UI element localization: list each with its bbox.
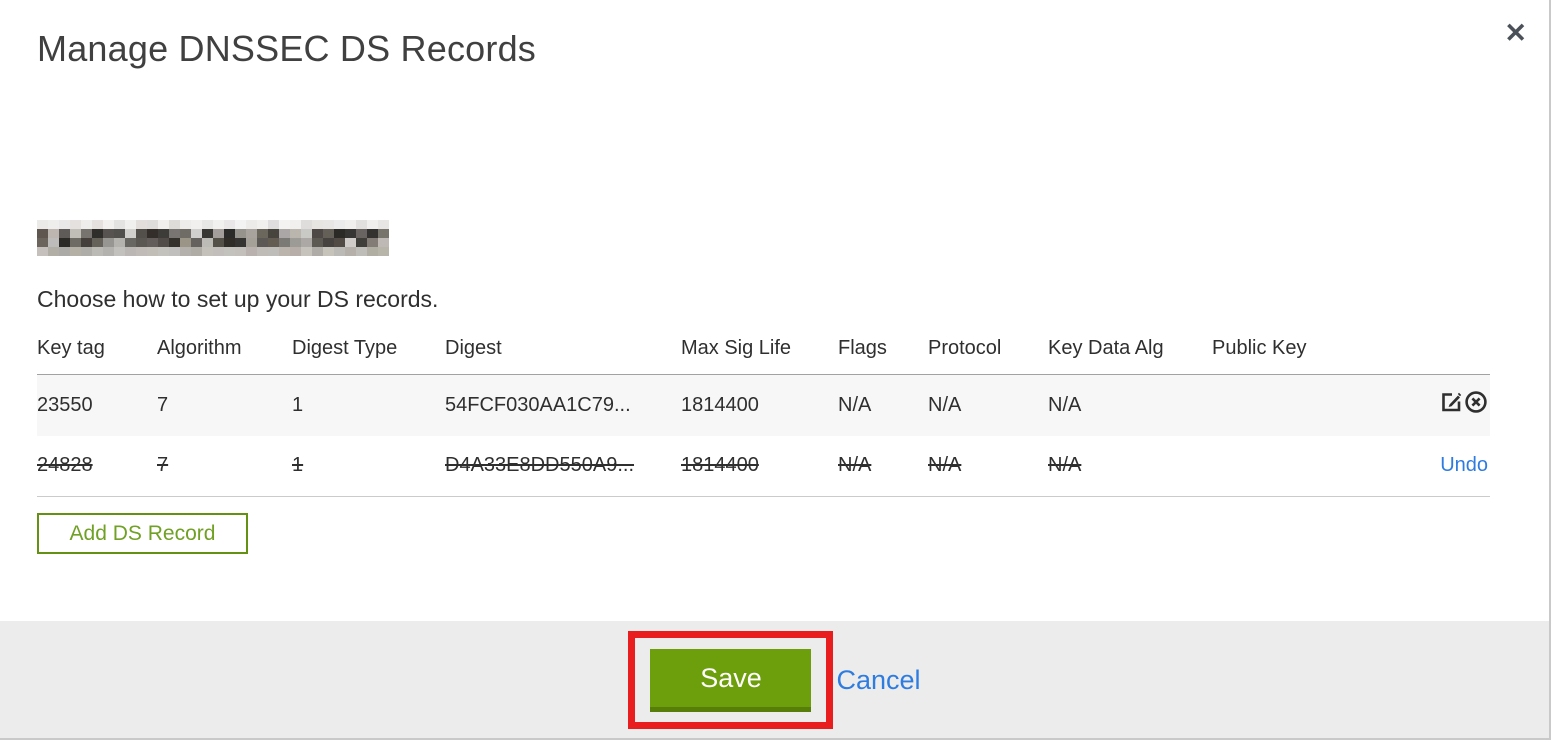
add-ds-record-button[interactable]: Add DS Record bbox=[37, 513, 248, 554]
cell-key-tag: 24828 bbox=[37, 454, 93, 477]
save-button[interactable]: Save bbox=[650, 649, 812, 712]
annotation-highlight-rect: Save bbox=[628, 631, 834, 729]
cell-max-sig-life: 1814400 bbox=[681, 454, 759, 477]
cell-max-sig-life: 1814400 bbox=[681, 393, 759, 416]
page-title: Manage DNSSEC DS Records bbox=[37, 28, 536, 69]
cell-digest: D4A33E8DD550A9... bbox=[445, 454, 635, 477]
cell-flags: N/A bbox=[838, 454, 872, 477]
cell-key-data-alg: N/A bbox=[1048, 393, 1082, 416]
cell-key-tag: 23550 bbox=[37, 393, 93, 416]
cell-digest-type: 1 bbox=[292, 454, 304, 477]
close-icon[interactable]: ✕ bbox=[1504, 20, 1527, 47]
col-key-data-alg: Key Data Alg bbox=[1048, 328, 1212, 375]
modal-footer: Save Cancel bbox=[0, 621, 1549, 738]
col-digest: Digest bbox=[445, 328, 681, 375]
edit-icon[interactable] bbox=[1439, 390, 1463, 414]
cell-algorithm: 7 bbox=[157, 393, 169, 416]
table-row-deleted: 24828 7 1 D4A33E8DD550A9... 1814400 N/A … bbox=[37, 436, 1490, 497]
manage-dnssec-modal: Manage DNSSEC DS Records ✕ Choose how to… bbox=[0, 0, 1551, 740]
cell-key-data-alg: N/A bbox=[1048, 454, 1082, 477]
cell-digest: 54FCF030AA1C79... bbox=[445, 393, 631, 416]
col-algorithm: Algorithm bbox=[157, 328, 292, 375]
col-digest-type: Digest Type bbox=[292, 328, 445, 375]
cancel-link[interactable]: Cancel bbox=[836, 665, 920, 696]
redacted-domain-name bbox=[37, 220, 389, 258]
col-flags: Flags bbox=[838, 328, 928, 375]
cell-algorithm: 7 bbox=[157, 454, 169, 477]
cell-flags: N/A bbox=[838, 393, 872, 416]
col-key-tag: Key tag bbox=[37, 328, 157, 375]
cell-protocol: N/A bbox=[928, 393, 962, 416]
table-row: 23550 7 1 54FCF030AA1C79... 1814400 N/A … bbox=[37, 374, 1490, 436]
instruction-text: Choose how to set up your DS records. bbox=[37, 286, 439, 312]
col-public-key: Public Key bbox=[1212, 328, 1385, 375]
ds-records-table: Key tag Algorithm Digest Type Digest Max… bbox=[37, 328, 1490, 497]
undo-link[interactable]: Undo bbox=[1440, 454, 1488, 476]
remove-circle-icon[interactable] bbox=[1464, 390, 1488, 414]
col-max-sig-life: Max Sig Life bbox=[681, 328, 838, 375]
cell-protocol: N/A bbox=[928, 454, 962, 477]
cell-digest-type: 1 bbox=[292, 393, 304, 416]
col-actions bbox=[1385, 328, 1490, 375]
col-protocol: Protocol bbox=[928, 328, 1048, 375]
table-header-row: Key tag Algorithm Digest Type Digest Max… bbox=[37, 328, 1490, 375]
